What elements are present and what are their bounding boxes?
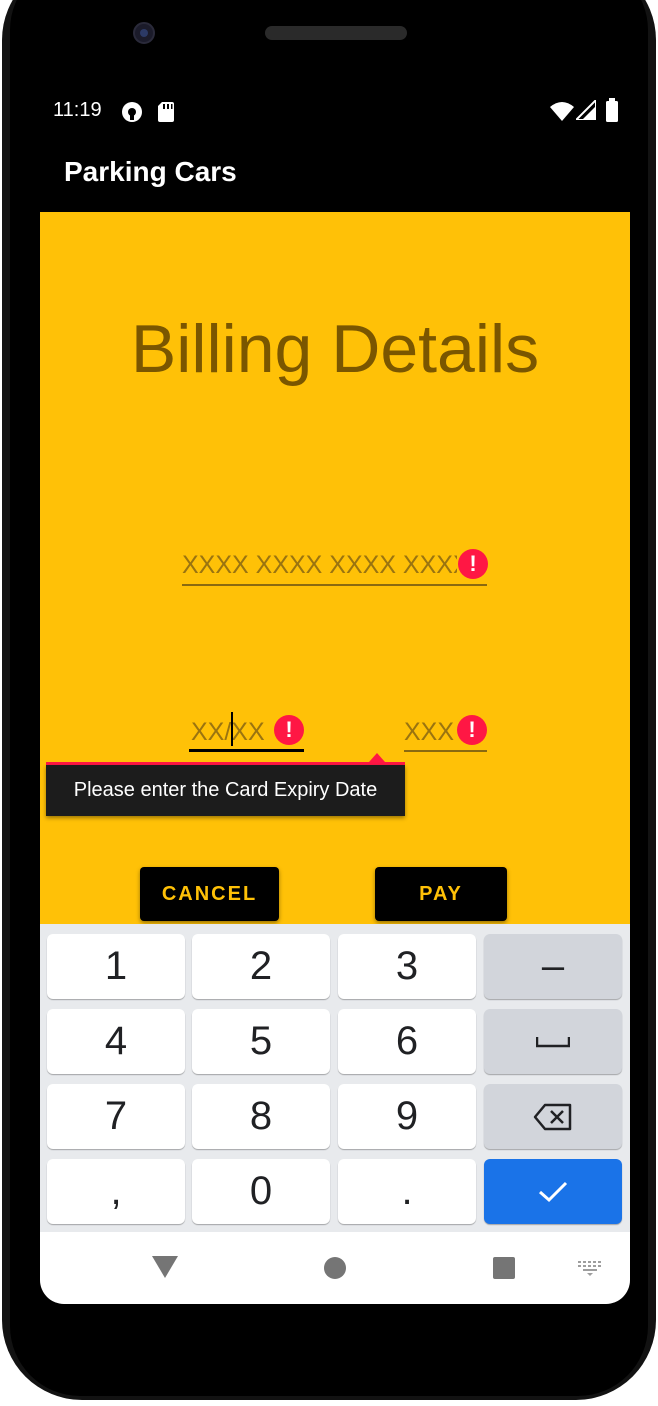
earpiece-speaker <box>265 26 407 40</box>
key-6[interactable]: 6 <box>338 1009 476 1074</box>
expiry-error-popup: Please enter the Card Expiry Date <box>46 765 405 816</box>
cvv-placeholder: XXX <box>404 718 455 746</box>
key-period[interactable]: . <box>338 1159 476 1224</box>
keyboard-icon[interactable] <box>577 1260 603 1276</box>
navigation-bar <box>40 1232 630 1304</box>
signal-icon <box>573 97 597 125</box>
app-bar: Parking Cars <box>40 134 630 212</box>
key-1[interactable]: 1 <box>47 934 185 999</box>
key-9[interactable]: 9 <box>338 1084 476 1149</box>
check-icon <box>539 1181 568 1203</box>
error-icon: ! <box>458 549 488 579</box>
card-number-input[interactable]: XXXX XXXX XXXX XXXX <box>182 538 487 586</box>
error-icon: ! <box>457 715 487 745</box>
key-7[interactable]: 7 <box>47 1084 185 1149</box>
card-number-placeholder: XXXX XXXX XXXX XXXX <box>182 551 457 579</box>
recents-icon[interactable] <box>493 1257 515 1279</box>
error-popup-arrow <box>369 753 385 762</box>
numeric-keyboard: 1 2 3 – 4 5 6 7 8 9 , 0 . <box>40 924 630 1232</box>
key-backspace[interactable] <box>484 1084 622 1149</box>
key-0[interactable]: 0 <box>192 1159 330 1224</box>
back-icon[interactable] <box>152 1256 178 1278</box>
screen: 11:19 Parking Cars Billing Details XXXX … <box>40 88 630 1304</box>
expiry-placeholder: XX/XX <box>191 718 265 746</box>
key-3[interactable]: 3 <box>338 934 476 999</box>
pay-button[interactable]: PAY <box>375 867 507 921</box>
hotspot-icon <box>120 100 144 129</box>
billing-form: Billing Details XXXX XXXX XXXX XXXX ! XX… <box>40 212 630 924</box>
backspace-icon <box>533 1103 572 1131</box>
home-icon[interactable] <box>324 1257 346 1279</box>
page-title: Billing Details <box>130 311 540 387</box>
key-space[interactable] <box>484 1009 622 1074</box>
battery-icon <box>606 98 618 127</box>
key-done[interactable] <box>484 1159 622 1224</box>
status-time: 11:19 <box>53 99 102 121</box>
status-bar: 11:19 <box>40 88 630 134</box>
app-title: Parking Cars <box>64 156 237 187</box>
key-5[interactable]: 5 <box>192 1009 330 1074</box>
front-camera <box>133 22 155 44</box>
key-2[interactable]: 2 <box>192 934 330 999</box>
space-icon <box>536 1037 570 1048</box>
cancel-button[interactable]: CANCEL <box>140 867 279 921</box>
key-4[interactable]: 4 <box>47 1009 185 1074</box>
key-8[interactable]: 8 <box>192 1084 330 1149</box>
error-icon: ! <box>274 715 304 745</box>
sd-card-icon <box>156 100 176 129</box>
wifi-icon <box>550 101 574 126</box>
key-minus[interactable]: – <box>484 934 622 999</box>
key-comma[interactable]: , <box>47 1159 185 1224</box>
text-cursor <box>231 712 233 746</box>
